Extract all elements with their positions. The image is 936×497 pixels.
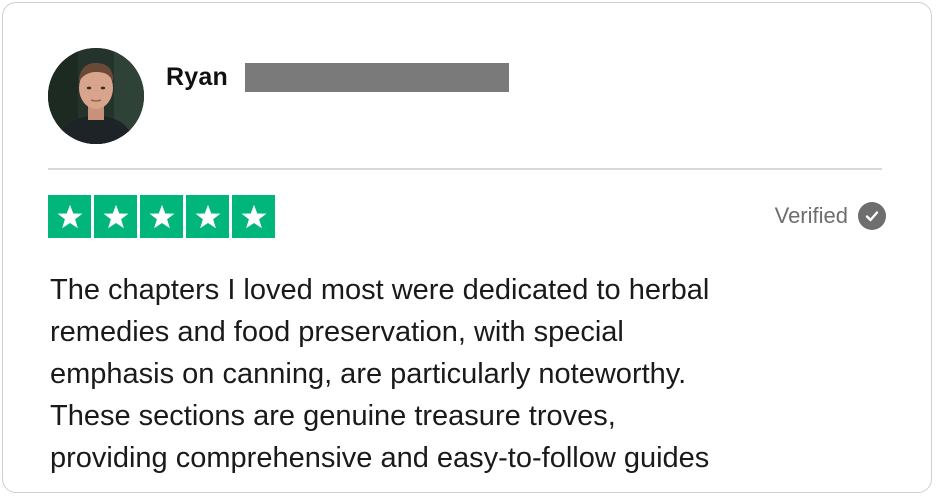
user-photo-avatar-icon (48, 48, 144, 144)
review-line: These sections are genuine treasure trov… (50, 400, 616, 432)
star-icon (232, 195, 275, 238)
review-card: Ryan Verified The chapters I loved most … (2, 2, 932, 493)
divider (48, 168, 882, 170)
review-line: remedies and food preservation, with spe… (50, 316, 624, 348)
star-rating (48, 195, 275, 238)
star-icon (94, 195, 137, 238)
verified-badge: Verified (775, 202, 886, 230)
reviewer-name: Ryan (166, 63, 228, 91)
check-circle-icon (858, 202, 886, 230)
review-line: providing comprehensive and easy-to-foll… (50, 442, 710, 474)
reviewer-avatar (48, 48, 144, 144)
star-icon (186, 195, 229, 238)
redacted-surname-bar (245, 63, 509, 92)
review-text: The chapters I loved most were dedicated… (50, 269, 900, 479)
verified-label: Verified (774, 203, 848, 228)
review-line: emphasis on canning, are particularly no… (50, 358, 687, 390)
star-icon (48, 195, 91, 238)
star-icon (140, 195, 183, 238)
review-line: The chapters I loved most were dedicated… (50, 274, 710, 306)
